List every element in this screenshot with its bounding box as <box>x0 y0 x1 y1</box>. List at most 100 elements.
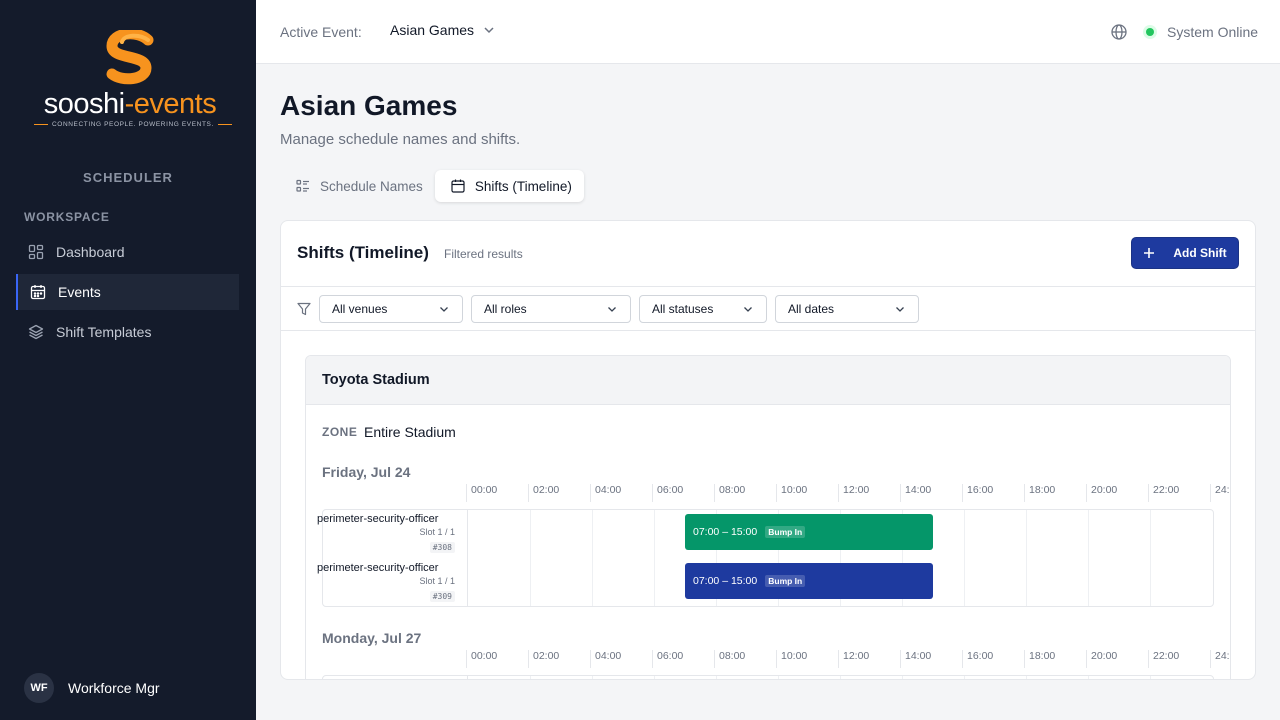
sooshi-logo-icon <box>106 30 154 85</box>
sidebar-item-events[interactable]: Events <box>16 274 239 310</box>
tab-schedule-names[interactable]: Schedule Names <box>280 170 435 202</box>
zone-label: ZONE <box>322 425 358 439</box>
sidebar-item-shift-templates[interactable]: Shift Templates <box>16 314 239 350</box>
sidebar: sooshi-events CONNECTING PEOPLE. POWERIN… <box>0 0 256 720</box>
status-text: System Online <box>1167 24 1259 40</box>
shift-row-label: perimeter-security-officer Slot 1 / 1 #3… <box>315 562 455 604</box>
grid-icon <box>28 244 44 260</box>
hour-gridline <box>592 510 593 606</box>
day-label: Friday, Jul 24 <box>322 464 411 480</box>
active-event-label: Active Event: <box>280 24 362 40</box>
hour-gridline <box>840 676 841 679</box>
hour-gridline <box>902 676 903 679</box>
hour-gridline <box>778 676 779 679</box>
hour-gridline <box>1150 510 1151 606</box>
hour-tick-label: 20:00 <box>1086 650 1117 668</box>
hour-tick-label: 00:00 <box>466 484 497 502</box>
sidebar-item-dashboard[interactable]: Dashboard <box>16 234 239 270</box>
hour-tick-label: 18:00 <box>1024 650 1055 668</box>
chevron-down-icon <box>608 307 616 312</box>
filter-icon <box>297 302 311 316</box>
hour-tick-label: 16:00 <box>962 484 993 502</box>
venue-filter-select[interactable]: All venues <box>319 295 463 323</box>
hour-tick-label: 24:00 <box>1210 650 1230 668</box>
user-menu[interactable]: WF Workforce Mgr <box>24 673 160 703</box>
day-label: Monday, Jul 27 <box>322 630 422 646</box>
tab-label: Schedule Names <box>320 178 423 194</box>
hour-tick-label: 22:00 <box>1148 484 1179 502</box>
hour-gridline <box>1026 676 1027 679</box>
active-event-select[interactable]: Asian Games <box>390 22 496 38</box>
shift-id-badge: #308 <box>429 542 455 553</box>
chevron-down-icon <box>440 307 448 312</box>
list-icon <box>296 179 309 192</box>
role-filter-select[interactable]: All roles <box>471 295 631 323</box>
tab-shifts-timeline[interactable]: Shifts (Timeline) <box>434 170 584 202</box>
status-filter-value: All statuses <box>652 302 714 316</box>
tab-label: Shifts (Timeline) <box>474 178 572 194</box>
hour-tick-label: 14:00 <box>900 484 931 502</box>
shift-row-label: perimeter-security-officer Slot 1 / 1 #3… <box>315 513 455 555</box>
chevron-down-icon <box>484 27 494 34</box>
shift-phase-badge: Bump In <box>765 526 806 538</box>
chevron-down-icon <box>744 307 752 312</box>
shift-phase-badge: Bump In <box>765 575 806 587</box>
hour-tick-label: 08:00 <box>714 484 745 502</box>
hour-gridline <box>1026 510 1027 606</box>
status-filter-select[interactable]: All statuses <box>639 295 767 323</box>
shift-time: 07:00 – 15:00 <box>693 526 758 538</box>
hour-gridline <box>1088 676 1089 679</box>
hour-tick-label: 12:00 <box>838 650 869 668</box>
hour-tick-label: 10:00 <box>776 484 807 502</box>
hour-gridline <box>654 510 655 606</box>
date-filter-select[interactable]: All dates <box>775 295 919 323</box>
layers-icon <box>28 324 44 340</box>
status-indicator-dot <box>1146 28 1154 36</box>
hour-tick-label: 14:00 <box>900 650 931 668</box>
row-label-column <box>323 676 468 679</box>
active-event-value: Asian Games <box>390 22 475 38</box>
shift-id-badge: #309 <box>429 591 455 602</box>
plus-icon <box>1144 248 1155 258</box>
zone-value: Entire Stadium <box>364 424 456 440</box>
brand-logo[interactable]: sooshi-events CONNECTING PEOPLE. POWERIN… <box>30 30 230 130</box>
hour-tick-label: 08:00 <box>714 650 745 668</box>
top-bar: Active Event: Asian Games System Online <box>256 0 1280 64</box>
hour-tick-label: 20:00 <box>1086 484 1117 502</box>
shift-bar[interactable]: 07:00 – 15:00 Bump In <box>685 514 933 550</box>
hour-gridline <box>964 510 965 606</box>
hour-tick-label: 06:00 <box>652 484 683 502</box>
hour-tick-label: 04:00 <box>590 650 621 668</box>
hour-gridline <box>530 676 531 679</box>
hour-tick-label: 18:00 <box>1024 484 1055 502</box>
sidebar-item-label: Dashboard <box>56 244 125 260</box>
sidebar-item-label: Shift Templates <box>56 324 152 340</box>
shift-bar[interactable]: 07:00 – 15:00 Bump In <box>685 563 933 599</box>
date-filter-value: All dates <box>788 302 835 316</box>
view-tabs: Schedule Names Shifts (Timeline) <box>280 170 584 202</box>
calendar-icon <box>451 179 465 193</box>
section-title: SCHEDULER <box>83 170 173 185</box>
hour-tick-label: 00:00 <box>466 650 497 668</box>
globe-icon[interactable] <box>1110 23 1128 41</box>
brand-name: sooshi-events <box>30 88 230 121</box>
sidebar-item-label: Events <box>58 284 101 300</box>
shift-time: 07:00 – 15:00 <box>693 575 758 587</box>
brand-tagline: CONNECTING PEOPLE. POWERING EVENTS. <box>30 121 230 128</box>
venue-section: Toyota Stadium ZONE Entire Stadium Frida… <box>305 355 1231 679</box>
calendar-icon <box>30 285 46 300</box>
page-title: Asian Games <box>280 90 458 121</box>
hour-tick-label: 04:00 <box>590 484 621 502</box>
filter-bar: All venues All roles All statuses All da… <box>281 286 1255 331</box>
shifts-card: Shifts (Timeline) Filtered results Add S… <box>280 220 1256 680</box>
slot-count: Slot 1 / 1 <box>419 576 455 586</box>
add-shift-button[interactable]: Add Shift <box>1131 237 1239 269</box>
hour-gridline <box>530 510 531 606</box>
hour-tick-label: 06:00 <box>652 650 683 668</box>
hour-axis: 00:00 02:00 04:00 06:00 08:00 10:00 12:00 14:00… <box>466 650 1230 668</box>
day-timeline-grid: perimeter-security-officer Slot 1 / 1 #3… <box>317 509 1214 607</box>
hour-tick-label: 12:00 <box>838 484 869 502</box>
hour-gridline <box>1150 676 1151 679</box>
hour-tick-label: 24:00 <box>1210 484 1230 502</box>
hour-gridline <box>654 676 655 679</box>
